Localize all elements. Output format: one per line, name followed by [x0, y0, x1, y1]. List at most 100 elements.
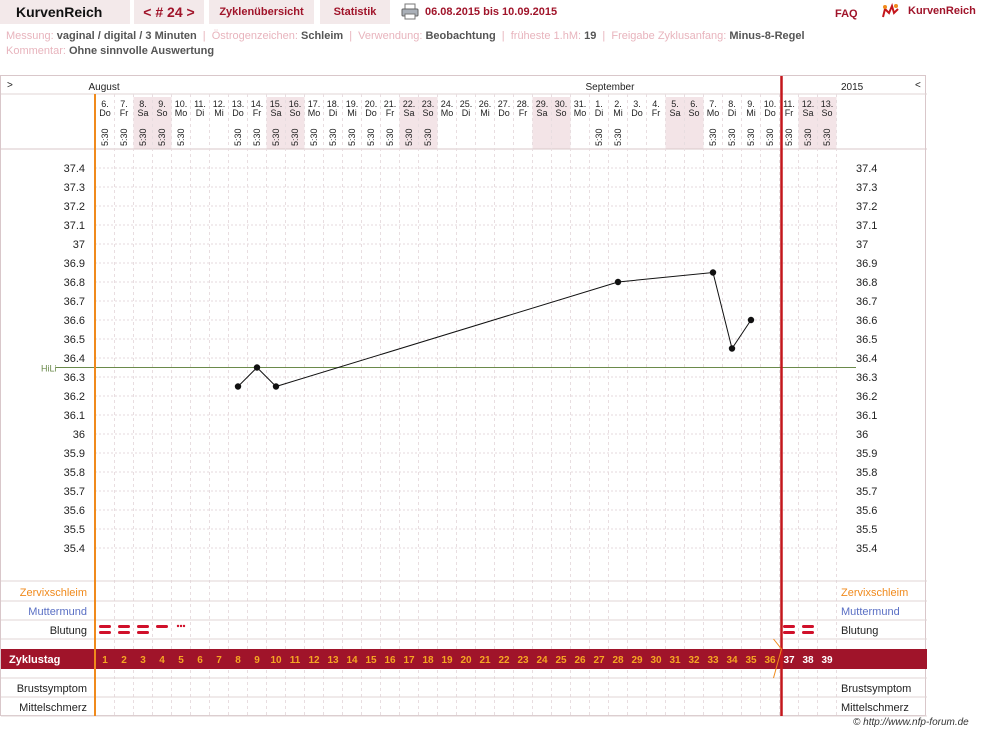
earliest-label: früheste 1.hM: — [510, 30, 582, 42]
cycle-day-number: 31 — [669, 655, 681, 666]
y-tick-left: 36.5 — [64, 334, 85, 346]
weekday-label: Sa — [802, 108, 813, 118]
cycle-day-number: 8 — [235, 655, 241, 666]
cycle-day-number: 11 — [290, 655, 301, 666]
scroll-right-arrow[interactable]: < — [915, 80, 921, 91]
weekday-label: Mi — [613, 108, 623, 118]
usage-label: Verwendung: — [358, 30, 423, 42]
comment-value: Ohne sinnvolle Auswertung — [68, 45, 215, 57]
cycle-day-number: 18 — [422, 655, 434, 666]
y-tick-right: 36.1 — [856, 410, 877, 422]
logo-text[interactable]: KurvenReich — [908, 0, 976, 22]
y-tick-left: 36.4 — [64, 353, 85, 365]
bleeding-mark — [802, 625, 814, 628]
weekday-label: Fr — [386, 108, 395, 118]
comment-label: Kommentar: — [6, 45, 66, 57]
temperature-point[interactable] — [234, 383, 242, 390]
weekday-label: Sa — [403, 108, 414, 118]
weekday-label: Mo — [308, 108, 321, 118]
y-tick-right: 35.9 — [856, 448, 877, 460]
temperature-point[interactable] — [614, 278, 622, 286]
brand-title[interactable]: KurvenReich — [0, 0, 130, 24]
tab-cycle-overview[interactable]: Zyklenübersicht — [209, 0, 314, 24]
cycle-day-number: 14 — [346, 655, 358, 666]
printer-icon[interactable] — [401, 3, 419, 20]
weekday-label: Mi — [746, 108, 756, 118]
measurement-time: 5:30 — [328, 128, 338, 146]
cycle-day-number: 35 — [745, 655, 757, 666]
temperature-point[interactable] — [272, 383, 280, 390]
bleeding-mark — [99, 631, 111, 634]
release-value: Minus-8-Regel — [729, 30, 805, 42]
cycle-day-number: 16 — [384, 655, 396, 666]
cycle-day-number: 3 — [140, 655, 146, 666]
bleeding-mark — [137, 631, 149, 634]
row-label-right-breast: Brustsymptom — [841, 683, 911, 695]
separator: | — [501, 30, 505, 42]
spotting-mark — [179, 624, 183, 628]
measurement-time: 5:30 — [727, 128, 737, 146]
month-label: August — [89, 82, 120, 93]
cycle-info-row: Messung: vaginal / digital / 3 Minuten |… — [6, 30, 805, 42]
weekday-label: Di — [728, 108, 737, 118]
y-tick-left: 37.3 — [64, 182, 85, 194]
kurvenreich-logo-icon[interactable] — [880, 2, 900, 20]
measurement-time: 5:30 — [366, 128, 376, 146]
bleeding-mark — [802, 631, 814, 634]
cycle-day-number: 7 — [216, 655, 222, 666]
weekday-label: Fr — [785, 108, 794, 118]
y-tick-right: 35.8 — [856, 467, 877, 479]
bleeding-mark — [156, 625, 168, 628]
y-tick-left: 36.7 — [64, 296, 85, 308]
faq-link[interactable]: FAQ — [835, 0, 858, 28]
row-label-breast: Brustsymptom — [17, 683, 87, 695]
weekday-label: Fr — [652, 108, 661, 118]
usage-value: Beobachtung — [425, 30, 496, 42]
weekday-label: Di — [462, 108, 471, 118]
temperature-point[interactable] — [728, 345, 736, 352]
cycle-day-number: 19 — [441, 655, 453, 666]
y-tick-left: 36.2 — [64, 391, 85, 403]
cycle-day-number: 17 — [403, 655, 415, 666]
y-tick-right: 35.7 — [856, 486, 877, 498]
weekday-label: Do — [365, 108, 377, 118]
y-tick-left: 36.3 — [64, 372, 85, 384]
temperature-point[interactable] — [747, 316, 755, 324]
y-tick-left: 36.6 — [64, 315, 85, 327]
measurement-time: 5:30 — [822, 128, 832, 146]
cycle-day-number: 5 — [178, 655, 184, 666]
measurement-time: 5:30 — [765, 128, 775, 146]
bleeding-mark — [137, 625, 149, 628]
measurement-time: 5:30 — [708, 128, 718, 146]
y-tick-left: 35.4 — [64, 543, 85, 555]
y-tick-right: 35.5 — [856, 524, 877, 536]
measurement-time: 5:30 — [746, 128, 756, 146]
weekday-label: Di — [595, 108, 604, 118]
temperature-point[interactable] — [709, 269, 717, 276]
weekday-label: Fr — [519, 108, 528, 118]
scroll-left-arrow[interactable]: > — [7, 80, 13, 91]
row-label-cervix: Muttermund — [28, 606, 87, 618]
temperature-point[interactable] — [253, 364, 261, 371]
earliest-value: 19 — [584, 30, 597, 42]
y-tick-right: 36.4 — [856, 353, 877, 365]
weekday-label: Fr — [120, 108, 129, 118]
cycle-day-number: 24 — [536, 655, 548, 666]
row-label-cervical: Zervixschleim — [20, 587, 87, 599]
cycle-day-number: 1 — [102, 655, 108, 666]
y-tick-right: 37.1 — [856, 220, 877, 232]
bleeding-mark — [118, 625, 130, 628]
y-tick-left: 35.6 — [64, 505, 85, 517]
tab-statistics[interactable]: Statistik — [320, 0, 390, 24]
y-tick-left: 36.1 — [64, 410, 85, 422]
cycle-day-number: 20 — [460, 655, 472, 666]
bleeding-mark — [783, 631, 795, 634]
measurement-time: 5:30 — [271, 128, 281, 146]
measurement-time: 5:30 — [784, 128, 794, 146]
measurement-time: 5:30 — [290, 128, 300, 146]
y-tick-right: 37.2 — [856, 201, 877, 213]
month-label: September — [586, 82, 636, 93]
cycle-chart: > <2015 August September 6. Do 5:30 7. Fr 5:30 8. S… — [0, 75, 927, 717]
hili-label: HiLi — [41, 364, 57, 374]
cycle-navigation[interactable]: < # 24 > — [134, 0, 204, 24]
